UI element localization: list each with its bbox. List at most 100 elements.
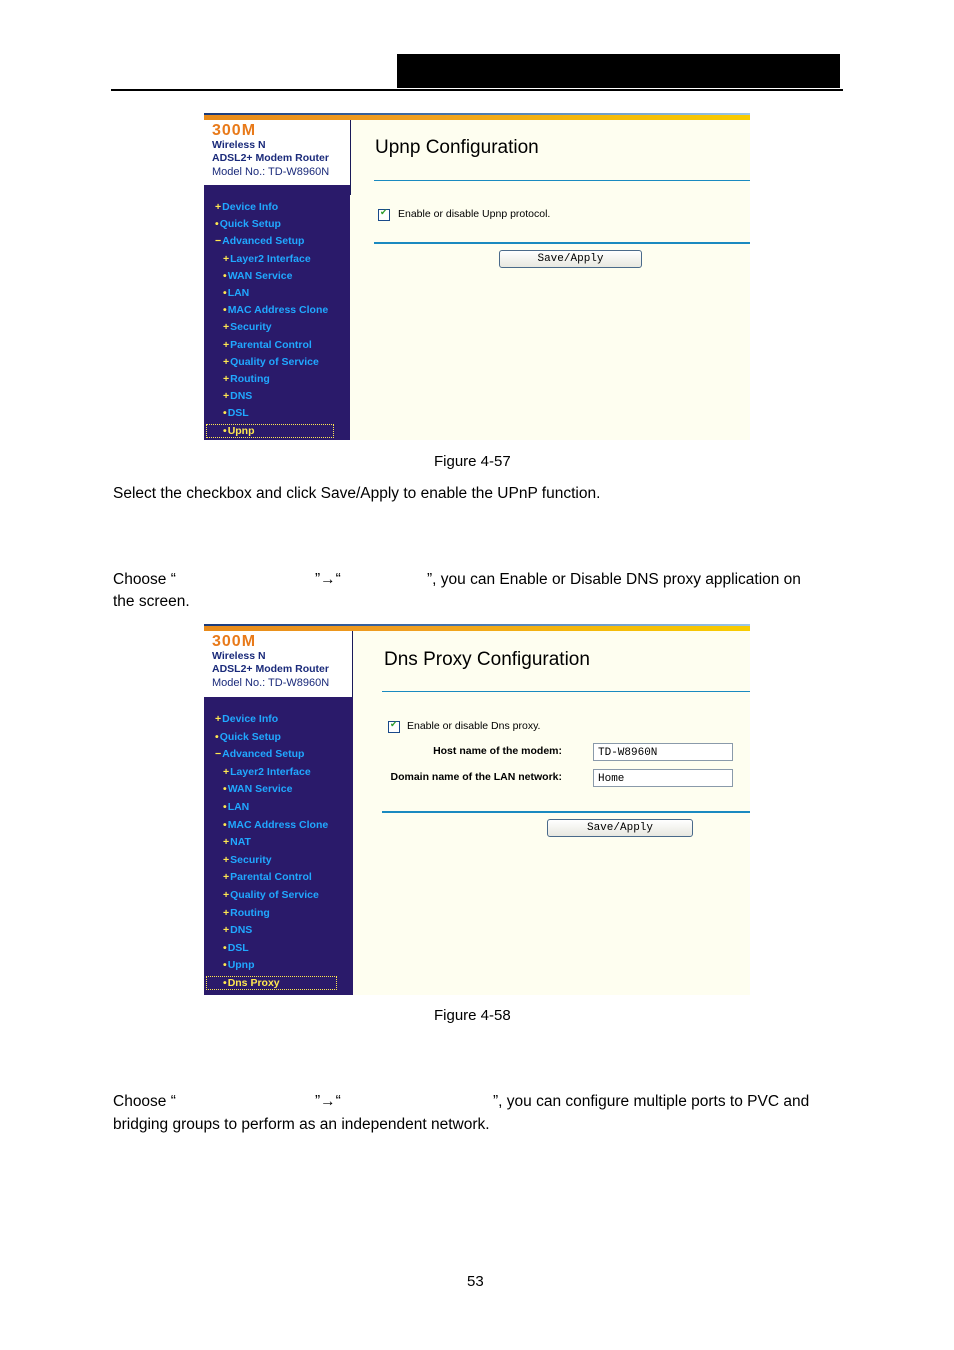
sidebar-item-label: Layer2 Interface (230, 252, 311, 265)
paragraph-start: Choose “ (113, 571, 176, 588)
sidebar-item-label: Quick Setup (219, 218, 281, 231)
expand-icon: + (223, 853, 230, 866)
router-logo: 300M Wireless N ADSL2+ Modem Router Mode… (204, 631, 353, 697)
sidebar-item-lan[interactable]: •LAN (223, 287, 249, 299)
domain-name-label: Domain name of the LAN network: (390, 771, 562, 783)
sidebar-item-label: DNS (230, 924, 253, 937)
sidebar-item-label: LAN (227, 801, 250, 813)
domain-name-input[interactable]: Home (593, 769, 733, 787)
logo-300m: 300M (212, 633, 257, 650)
sidebar-item-mac-address-clone[interactable]: •MAC Address Clone (223, 819, 328, 831)
expand-icon: + (223, 871, 230, 884)
sidebar-item-advanced-setup[interactable]: −Advanced Setup (215, 748, 304, 760)
sidebar-item-dsl[interactable]: •DSL (223, 942, 249, 954)
paragraph-arrow: ”→“ (315, 1093, 341, 1110)
save-apply-button[interactable]: Save/Apply (499, 250, 642, 268)
logo-wireless-n: Wireless N (212, 139, 266, 151)
sidebar-item-device-info[interactable]: +Device Info (215, 201, 278, 213)
page-title: Upnp Configuration (375, 137, 539, 158)
paragraph-line2: the screen. (113, 593, 190, 610)
dns-proxy-enable-label: Enable or disable Dns proxy. (407, 720, 541, 732)
sidebar-item-routing[interactable]: +Routing (223, 907, 270, 919)
sidebar-item-wan-service[interactable]: •WAN Service (223, 270, 292, 282)
sidebar-item-label: NAT (230, 836, 251, 849)
top-gradient-bar (204, 624, 750, 631)
logo-300m: 300M (212, 122, 257, 139)
sidebar-item-quality-of-service[interactable]: +Quality of Service (223, 356, 319, 368)
title-rule (374, 180, 750, 181)
sidebar-item-label: MAC Address Clone (227, 818, 329, 831)
sidebar-item-nat[interactable]: +NAT (223, 836, 251, 848)
logo-model: Model No.: TD-W8960N (212, 166, 330, 178)
upnp-config-screenshot: 300M Wireless N ADSL2+ Modem Router Mode… (204, 113, 750, 440)
logo-product: ADSL2+ Modem Router (212, 152, 329, 164)
expand-icon: + (223, 321, 230, 334)
sidebar-item-lan[interactable]: •LAN (223, 801, 249, 813)
sidebar-item-label: Advanced Setup (222, 235, 305, 248)
sidebar-item-label: Quality of Service (230, 355, 319, 368)
sidebar-nav: +Device Info •Quick Setup −Advanced Setup +… (204, 697, 353, 995)
section-rule (382, 811, 750, 813)
sidebar-item-device-info[interactable]: +Device Info (215, 713, 278, 725)
bullet-icon: • (223, 304, 227, 317)
sidebar-item-layer2-interface[interactable]: +Layer2 Interface (223, 253, 311, 265)
sidebar-item-label: Upnp (227, 959, 255, 972)
sidebar-item-advanced-setup[interactable]: −Advanced Setup (215, 235, 304, 247)
sidebar-item-quick-setup[interactable]: •Quick Setup (215, 731, 281, 743)
sidebar-item-upnp[interactable]: •Upnp (223, 959, 255, 971)
expand-icon: + (223, 924, 230, 937)
sidebar-item-wan-service[interactable]: •WAN Service (223, 783, 292, 795)
bullet-icon: • (223, 818, 227, 831)
page-title: Dns Proxy Configuration (384, 649, 590, 670)
sidebar-item-dns[interactable]: +DNS (223, 924, 252, 936)
expand-icon: + (223, 906, 230, 919)
sidebar-item-dsl[interactable]: •DSL (223, 407, 249, 419)
expand-icon: + (223, 390, 230, 403)
header-rule (111, 89, 843, 91)
sidebar-item-label: Parental Control (230, 338, 312, 351)
sidebar-item-routing[interactable]: +Routing (223, 373, 270, 385)
sidebar-item-dns[interactable]: +DNS (223, 390, 252, 402)
expand-icon: + (223, 338, 230, 351)
paragraph: Select the checkbox and click Save/Apply… (113, 485, 601, 502)
upnp-enable-checkbox[interactable] (378, 207, 390, 221)
collapse-icon: − (215, 748, 222, 761)
host-name-input[interactable]: TD-W8960N (593, 743, 733, 761)
header-bar (397, 54, 840, 88)
sidebar-item-quality-of-service[interactable]: +Quality of Service (223, 889, 319, 901)
bullet-icon: • (223, 783, 227, 796)
bullet-icon: • (223, 407, 227, 420)
paragraph-rest: ”, you can Enable or Disable DNS proxy a… (427, 571, 801, 588)
sidebar-nav: +Device Info •Quick Setup −Advanced Setup +… (204, 185, 350, 440)
sidebar-item-layer2-interface[interactable]: +Layer2 Interface (223, 766, 311, 778)
selection-focus-box (206, 423, 334, 438)
selection-focus-box (206, 976, 337, 990)
host-name-label: Host name of the modem: (433, 745, 562, 757)
sidebar-item-parental-control[interactable]: +Parental Control (223, 871, 312, 883)
logo-product: ADSL2+ Modem Router (212, 663, 329, 675)
sidebar-item-label: Quick Setup (219, 730, 281, 743)
sidebar-item-security[interactable]: +Security (223, 854, 272, 866)
sidebar-item-quick-setup[interactable]: •Quick Setup (215, 218, 281, 230)
title-rule (382, 691, 750, 692)
save-apply-button[interactable]: Save/Apply (547, 819, 693, 837)
sidebar-item-label: WAN Service (227, 783, 293, 796)
sidebar-item-parental-control[interactable]: +Parental Control (223, 339, 312, 351)
expand-icon: + (223, 836, 230, 849)
bullet-icon: • (215, 730, 219, 743)
bullet-icon: • (215, 218, 219, 231)
paragraph-start: Choose “ (113, 1093, 176, 1110)
expand-icon: + (223, 252, 230, 265)
sidebar-item-security[interactable]: +Security (223, 321, 272, 333)
expand-icon: + (215, 713, 222, 725)
sidebar-item-label: Routing (230, 373, 270, 385)
sidebar-item-label: LAN (227, 287, 250, 299)
sidebar-item-mac-address-clone[interactable]: •MAC Address Clone (223, 304, 328, 316)
expand-icon: + (223, 765, 230, 778)
expand-icon: + (223, 355, 230, 368)
sidebar-item-label: Parental Control (230, 871, 312, 884)
paragraph-line2: bridging groups to perform as an indepen… (113, 1116, 490, 1133)
sidebar-item-label: DSL (227, 407, 249, 420)
expand-icon: + (223, 373, 230, 385)
dns-proxy-enable-checkbox[interactable] (388, 719, 400, 733)
